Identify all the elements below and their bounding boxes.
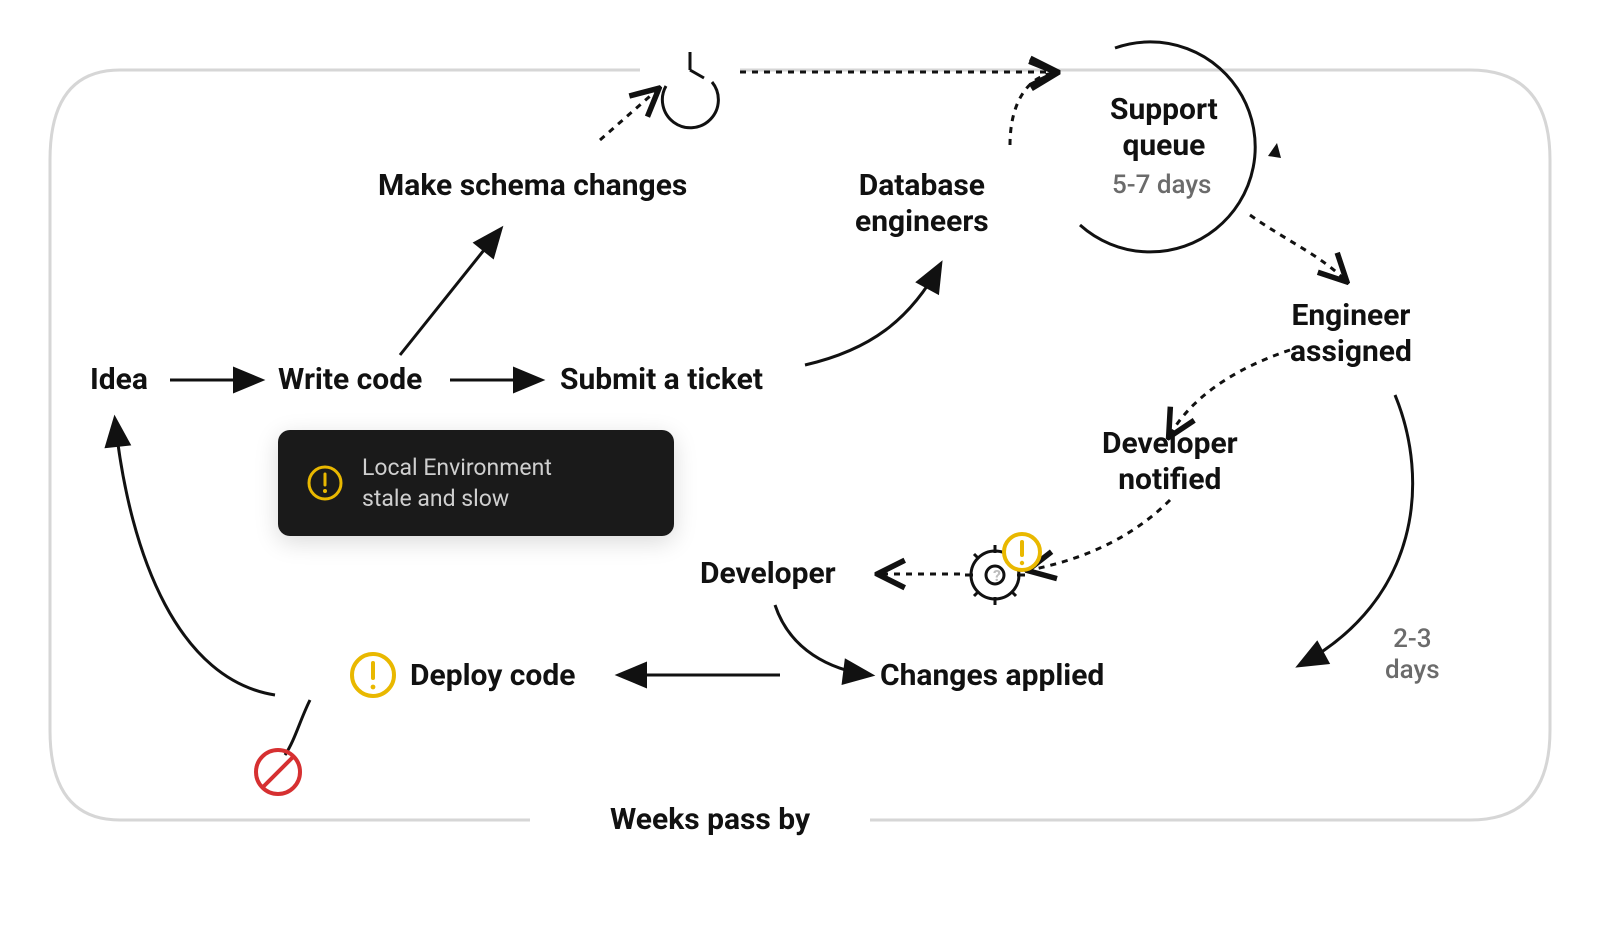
diagram-stage: ? Idea Write code Make schema changes Su…: [0, 0, 1600, 932]
node-make-schema-changes: Make schema changes: [378, 168, 687, 204]
toast-local-env: Local Environment stale and slow: [278, 430, 674, 536]
gear-icon: ?: [965, 545, 1025, 605]
no-entry-icon: [256, 750, 300, 794]
node-support-queue-days: 5-7 days: [1112, 170, 1211, 201]
svg-text:?: ?: [993, 566, 1001, 585]
node-database-engineers: Database engineers: [855, 168, 989, 240]
arrow-schema-to-clock: [600, 90, 657, 140]
node-deploy-code: Deploy code: [410, 658, 575, 694]
toast-text: Local Environment stale and slow: [362, 452, 552, 514]
arrow-writecode-to-schema: [400, 230, 500, 355]
warning-icon-gear: [1004, 534, 1040, 570]
node-developer: Developer: [700, 556, 836, 592]
diagram-svg: ?: [0, 0, 1600, 932]
node-developer-notified: Developer notified: [1102, 426, 1238, 498]
node-changes-applied: Changes applied: [880, 658, 1104, 694]
node-engineer-assigned: Engineer assigned: [1290, 298, 1412, 370]
node-submit-ticket: Submit a ticket: [560, 362, 763, 398]
arrow-notified-to-gear: [1030, 500, 1170, 570]
arrow-deploy-to-error: [285, 700, 310, 755]
node-changes-days: 2-3 days: [1385, 624, 1440, 686]
toast-line2: stale and slow: [362, 483, 552, 514]
node-support-queue: Support queue: [1110, 92, 1218, 164]
clock-icon: [662, 52, 718, 128]
arrow-queue-to-assigned: [1250, 215, 1345, 280]
arrow-ticket-to-dbe: [805, 265, 940, 365]
node-write-code: Write code: [278, 362, 422, 398]
footer-label: Weeks pass by: [590, 802, 830, 837]
toast-line1: Local Environment: [362, 452, 552, 483]
warning-icon-toast: [306, 464, 344, 502]
node-idea: Idea: [90, 362, 148, 398]
warning-icon-deploy: [352, 654, 394, 696]
arrow-deploy-to-idea: [115, 420, 275, 695]
arrow-developer-to-changes: [775, 605, 870, 675]
arrow-dbe-to-queue: [1010, 73, 1055, 145]
arrow-assigned-to-notified: [1170, 350, 1290, 435]
